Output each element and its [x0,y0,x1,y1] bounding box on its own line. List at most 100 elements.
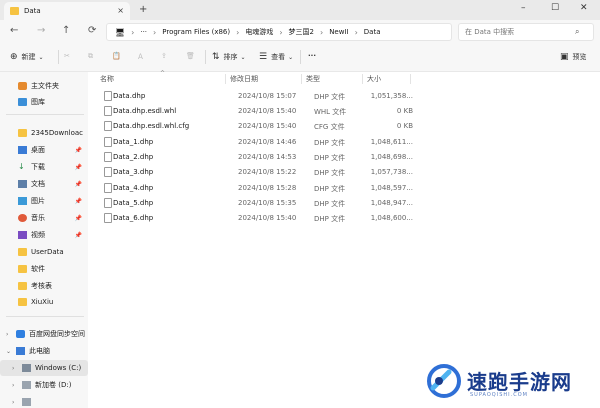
rename-icon[interactable]: Ａ [137,52,144,62]
command-bar: ⊕ 新建 ⌄ ✂ ⧉ 📋 Ａ ⇪ 🗑 ⇅ 排序 ⌄ ☰ 查看 ⌄ ··· ▣ 预… [0,44,600,72]
sidebar-item-partial[interactable]: › [0,394,88,408]
file-icon [104,106,112,116]
breadcrumb-segment[interactable]: Data [364,28,381,36]
preview-button[interactable]: ▣ 预览 [560,52,587,62]
pin-icon: 📌 [74,231,82,239]
column-header-name[interactable]: 名称 [100,74,114,84]
breadcrumb-segment[interactable]: NewII [329,28,348,36]
file-icon [104,213,112,223]
chevron-right-icon: › [279,27,283,37]
sidebar-item-home[interactable]: 主文件夹 [0,78,88,94]
sidebar-item-userdata[interactable]: UserData [0,244,88,260]
new-tab-button[interactable]: + [139,4,147,15]
address-bar[interactable]: 🖥 › ··· › Program Files (x86) › 电魂游戏 › 梦… [106,23,452,41]
delete-icon[interactable]: 🗑 [186,52,195,60]
file-size: 1,057,738... [370,168,413,176]
file-type: DHP 文件 [314,215,346,223]
breadcrumb-segment[interactable]: 梦三国2 [289,27,314,37]
chevron-down-icon: ⌄ [288,53,294,61]
sidebar-item-this-pc[interactable]: ⌄ 此电脑 [0,343,88,359]
file-type: DHP 文件 [314,139,346,147]
file-size: 1,048,597... [370,184,413,192]
file-icon [104,167,112,177]
minimize-button[interactable]: – [521,3,526,13]
tab-close-button[interactable]: × [117,6,124,15]
file-date: 2024/10/8 15:28 [238,184,297,192]
video-icon [18,231,27,239]
table-row[interactable]: Data_5.dhp 2024/10/8 15:35 DHP 文件 1,048,… [96,196,596,211]
sidebar-item-desktop[interactable]: 桌面 📌 [0,142,88,158]
search-input[interactable] [465,28,575,36]
refresh-button[interactable]: ⟳ [88,25,96,36]
column-divider[interactable] [410,74,411,84]
table-row[interactable]: Data.dhp 2024/10/8 15:07 DHP 文件 1,051,35… [96,89,596,104]
drive-icon [22,381,31,389]
file-name: Data.dhp.esdl.whl.cfg [113,122,190,130]
sidebar-item-music[interactable]: 音乐 📌 [0,210,88,226]
folder-icon [18,282,27,290]
chevron-right-icon: › [354,27,358,37]
file-type: WHL 文件 [314,108,347,116]
breadcrumb-segment[interactable]: 电魂游戏 [245,27,273,37]
file-size: 1,051,358... [370,92,413,100]
table-row[interactable]: Data_1.dhp 2024/10/8 14:46 DHP 文件 1,048,… [96,135,596,150]
column-divider[interactable] [225,74,226,84]
sidebar-item-label: 2345Downloac [31,129,84,137]
column-header-date[interactable]: 修改日期 [230,74,258,84]
table-row[interactable]: Data_6.dhp 2024/10/8 15:40 DHP 文件 1,048,… [96,211,596,226]
chevron-down-icon: ⌄ [38,53,44,61]
chevron-right-icon: › [6,330,9,338]
column-divider[interactable] [301,74,302,84]
sidebar-item-videos[interactable]: 视频 📌 [0,227,88,243]
file-type: DHP 文件 [314,154,346,162]
sidebar-item-software[interactable]: 软件 [0,261,88,277]
file-icon [104,137,112,147]
more-options-button[interactable]: ··· [308,52,316,60]
music-icon [18,214,27,222]
paste-icon[interactable]: 📋 [112,52,121,60]
sidebar-item-label: XiuXiu [31,298,54,306]
close-window-button[interactable]: ✕ [580,3,588,13]
sidebar-item-pictures[interactable]: 图片 📌 [0,193,88,209]
maximize-button[interactable]: ☐ [551,3,559,13]
sidebar-item-documents[interactable]: 文档 📌 [0,176,88,192]
file-size: 1,048,698... [370,153,413,161]
sort-button[interactable]: ⇅ 排序 ⌄ [212,52,246,62]
back-button[interactable]: ← [10,25,18,36]
copy-icon[interactable]: ⧉ [88,52,93,61]
pin-icon: 📌 [74,180,82,188]
sidebar-item-gallery[interactable]: 图库 [0,94,88,110]
file-date: 2024/10/8 15:35 [238,199,297,207]
sidebar-item-label: 桌面 [31,146,45,154]
address-more[interactable]: ··· [140,28,147,36]
forward-button[interactable]: → [37,25,45,36]
cut-icon[interactable]: ✂ [64,52,70,60]
search-box[interactable]: ⌕ [458,23,594,41]
sidebar-item-downloads[interactable]: ↓ 下载 📌 [0,159,88,175]
sidebar-item-assessment[interactable]: 考核表 [0,278,88,294]
column-divider[interactable] [362,74,363,84]
tab-data[interactable]: Data × [4,2,130,20]
table-row[interactable]: Data_3.dhp 2024/10/8 15:22 DHP 文件 1,057,… [96,165,596,180]
view-button[interactable]: ☰ 查看 ⌄ [259,52,293,62]
column-header-type[interactable]: 类型 [306,74,320,84]
share-icon[interactable]: ⇪ [161,52,167,60]
sidebar-item-xiuxiu[interactable]: XiuXiu [0,294,88,310]
table-row[interactable]: Data.dhp.esdl.whl.cfg 2024/10/8 15:40 CF… [96,119,596,134]
view-label: 查看 [271,53,286,61]
table-row[interactable]: Data.dhp.esdl.whl 2024/10/8 15:40 WHL 文件… [96,104,596,119]
sidebar-item-baidu-sync[interactable]: › 百度网盘同步空间 [0,326,88,342]
sidebar-item-drive-d[interactable]: › 新加卷 (D:) [0,377,88,393]
column-header-size[interactable]: 大小 [367,74,381,84]
breadcrumb-segment[interactable]: Program Files (x86) [162,28,230,36]
table-row[interactable]: Data_2.dhp 2024/10/8 14:53 DHP 文件 1,048,… [96,150,596,165]
file-date: 2024/10/8 14:53 [238,153,297,161]
sidebar-item-drive-c[interactable]: › Windows (C:) [0,360,88,376]
chevron-right-icon: › [236,27,240,37]
new-button[interactable]: ⊕ 新建 ⌄ [10,52,44,62]
pin-icon: 📌 [74,214,82,222]
table-row[interactable]: Data_4.dhp 2024/10/8 15:28 DHP 文件 1,048,… [96,181,596,196]
up-button[interactable]: ↑ [62,25,70,36]
file-name: Data_4.dhp [113,184,154,192]
sidebar-item-2345downloads[interactable]: 2345Downloac [0,125,88,141]
